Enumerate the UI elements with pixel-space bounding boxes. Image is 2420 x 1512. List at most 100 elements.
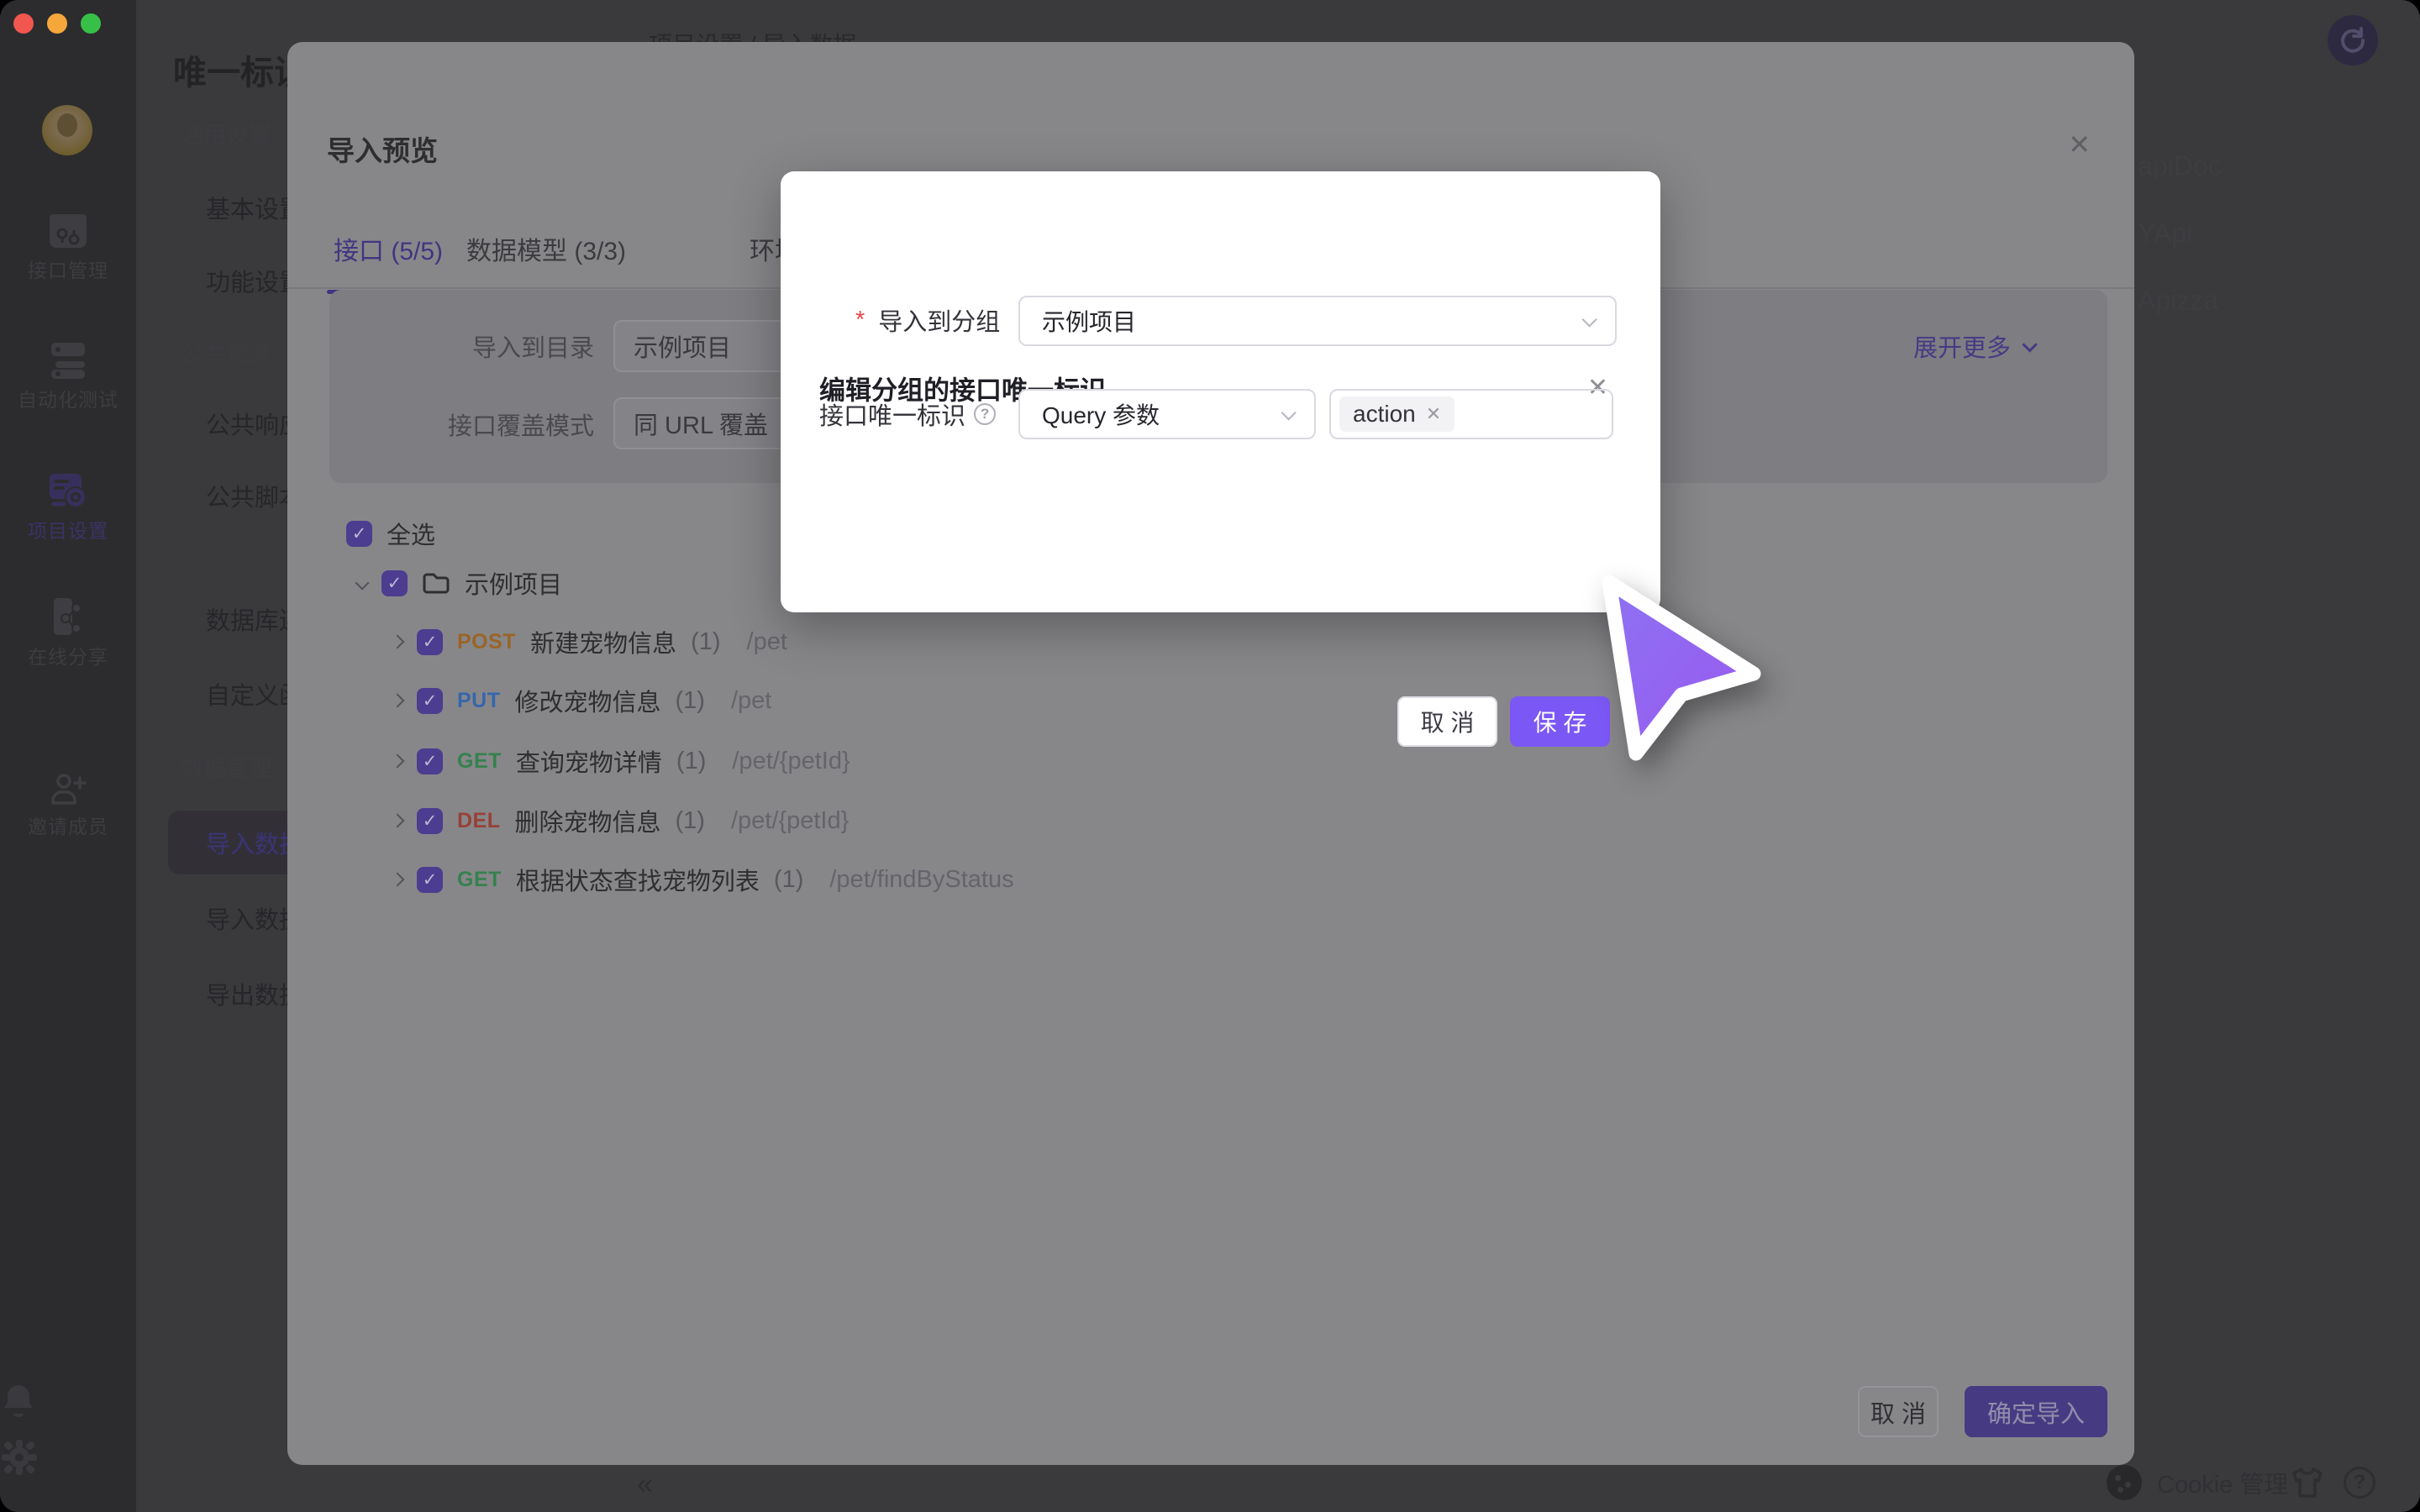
field-label: 导入到目录 [376, 328, 594, 364]
caret-collapsed-icon[interactable] [391, 814, 405, 828]
tree-row[interactable]: ✓ GET 根据状态查找宠物列表 (1) /pet/findByStatus [392, 861, 1014, 898]
settings-button[interactable] [0, 1438, 136, 1477]
confirm-import-label: 确定导入 [1987, 1394, 2085, 1430]
traffic-close-button[interactable] [13, 13, 34, 34]
remove-tag-icon[interactable]: ✕ [1426, 403, 1441, 425]
gear-icon [0, 1438, 136, 1477]
api-count: (1) [676, 748, 706, 775]
expand-more-link[interactable]: 展开更多 [1913, 328, 2033, 364]
settings-menu-section: 数据管理 [181, 751, 271, 784]
bell-icon [0, 1382, 136, 1420]
unique-id-params-input[interactable]: action ✕ [1329, 389, 1613, 439]
tree-row[interactable]: ✓ DEL 删除宠物信息 (1) /pet/{petId} [392, 802, 849, 839]
mouse-cursor [1592, 561, 1786, 771]
api-name: 查询宠物详情 [516, 743, 662, 779]
screen: 接口管理 自动化测试 项目设置 在线分享 [0, 0, 2420, 1512]
caret-collapsed-icon[interactable] [391, 754, 405, 769]
automation-test-icon [48, 341, 88, 380]
cookie-label: Cookie 管理 [2157, 1465, 2288, 1500]
select-all-row[interactable]: ✓ 全选 [346, 515, 435, 552]
confirm-import-button[interactable]: 确定导入 [1965, 1386, 2107, 1437]
import-source-apizza[interactable]: Apizza [2138, 286, 2218, 317]
import-source-apidoc[interactable]: apiDoc [2138, 151, 2222, 182]
checkbox-checked[interactable]: ✓ [381, 570, 408, 596]
sidebar-item-label: 接口管理 [0, 255, 136, 283]
field-label-import-group: * 导入到分组 [855, 302, 1000, 338]
tree-row[interactable]: ✓ GET 查询宠物详情 (1) /pet/{petId} [392, 743, 850, 780]
import-folder-value: 示例项目 [634, 328, 731, 364]
import-group-value: 示例项目 [1042, 304, 1136, 338]
invite-member-icon [48, 771, 88, 806]
caret-collapsed-icon[interactable] [391, 873, 405, 887]
help-button[interactable]: ? [2344, 1462, 2375, 1504]
cancel-label: 取 消 [1870, 1394, 1926, 1430]
folder-name: 示例项目 [465, 565, 562, 601]
api-path: /pet [731, 687, 771, 715]
chevron-down-icon [2022, 337, 2037, 352]
unique-id-type-select[interactable]: Query 参数 [1018, 389, 1316, 439]
api-name: 新建宠物信息 [530, 624, 676, 659]
sidebar: 接口管理 自动化测试 项目设置 在线分享 [0, 0, 136, 1512]
cookie-manager[interactable]: Cookie 管理 [2107, 1462, 2288, 1504]
tree-row[interactable]: ✓ POST 新建宠物信息 (1) /pet [392, 623, 787, 660]
select-all-label: 全选 [387, 516, 435, 551]
checkbox-checked[interactable]: ✓ [417, 808, 443, 834]
caret-collapsed-icon[interactable] [391, 635, 405, 649]
method-badge: PUT [457, 689, 501, 713]
sidebar-item-label: 项目设置 [0, 515, 136, 543]
dialog-cancel-label: 取 消 [1421, 705, 1475, 738]
sidebar-item-label: 在线分享 [0, 641, 136, 669]
traffic-minimize-button[interactable] [47, 13, 67, 34]
chevron-down-icon [1581, 312, 1597, 327]
checkbox-checked[interactable]: ✓ [417, 629, 443, 655]
api-name: 修改宠物信息 [515, 683, 661, 718]
api-path: /pet/{petId} [731, 807, 849, 835]
refresh-button[interactable] [2328, 15, 2378, 66]
tree-row[interactable]: ✓ PUT 修改宠物信息 (1) /pet [392, 682, 771, 719]
modal-title: 导入预览 [327, 129, 438, 169]
theme-button[interactable] [2289, 1462, 2326, 1504]
avatar[interactable] [42, 105, 92, 155]
checkbox-checked[interactable]: ✓ [417, 688, 443, 714]
param-tag-label: action [1353, 401, 1416, 428]
tree-folder-row[interactable]: ✓ 示例项目 [357, 564, 562, 601]
dialog-save-label: 保 存 [1534, 705, 1587, 738]
project-settings-icon [47, 470, 89, 511]
tab-data-models[interactable]: 数据模型 (3/3) [466, 230, 626, 287]
traffic-zoom-button[interactable] [81, 13, 101, 34]
api-management-icon [48, 212, 88, 250]
import-source-yapi[interactable]: YApi [2138, 218, 2192, 249]
method-badge: GET [457, 749, 502, 774]
close-icon[interactable]: ✕ [2068, 131, 2091, 158]
caret-expanded-icon[interactable] [355, 576, 370, 591]
api-name: 根据状态查找宠物列表 [516, 862, 760, 897]
checkbox-checked[interactable]: ✓ [417, 748, 443, 774]
api-count: (1) [676, 687, 705, 715]
caret-collapsed-icon[interactable] [391, 694, 405, 708]
method-badge: GET [457, 868, 502, 892]
field-label: 接口覆盖模式 [376, 407, 594, 442]
checkbox-checked[interactable]: ✓ [346, 521, 372, 547]
notifications-button[interactable] [0, 1382, 136, 1420]
field-label-unique-id: 接口唯一标识 ? [819, 396, 996, 432]
tab-apis[interactable]: 接口 (5/5) [334, 230, 443, 287]
dialog-cancel-button[interactable]: 取 消 [1397, 696, 1497, 747]
cancel-button[interactable]: 取 消 [1858, 1386, 1939, 1437]
refresh-icon [2338, 25, 2368, 55]
edit-identity-dialog: 编辑分组的接口唯一标识 ✕ * 导入到分组 示例项目 接口唯一标识 ? Quer… [781, 171, 1660, 612]
checkbox-checked[interactable]: ✓ [417, 867, 443, 893]
help-icon[interactable]: ? [974, 403, 996, 425]
sidebar-item-label: 邀请成员 [0, 811, 136, 839]
question-icon: ? [2344, 1467, 2375, 1499]
app-window: 接口管理 自动化测试 项目设置 在线分享 [0, 0, 2420, 1512]
sidebar-item-project-settings[interactable]: 项目设置 [0, 470, 136, 543]
import-group-select[interactable]: 示例项目 [1018, 296, 1617, 346]
sidebar-item-automation[interactable]: 自动化测试 [0, 341, 136, 412]
sidebar-item-label: 自动化测试 [0, 384, 136, 412]
api-count: (1) [691, 628, 720, 656]
sidebar-item-api-management[interactable]: 接口管理 [0, 212, 136, 283]
sidebar-item-invite-members[interactable]: 邀请成员 [0, 771, 136, 839]
collapse-sidebar-button[interactable]: « [637, 1468, 653, 1501]
api-count: (1) [676, 807, 705, 835]
sidebar-item-online-share[interactable]: 在线分享 [0, 596, 136, 669]
